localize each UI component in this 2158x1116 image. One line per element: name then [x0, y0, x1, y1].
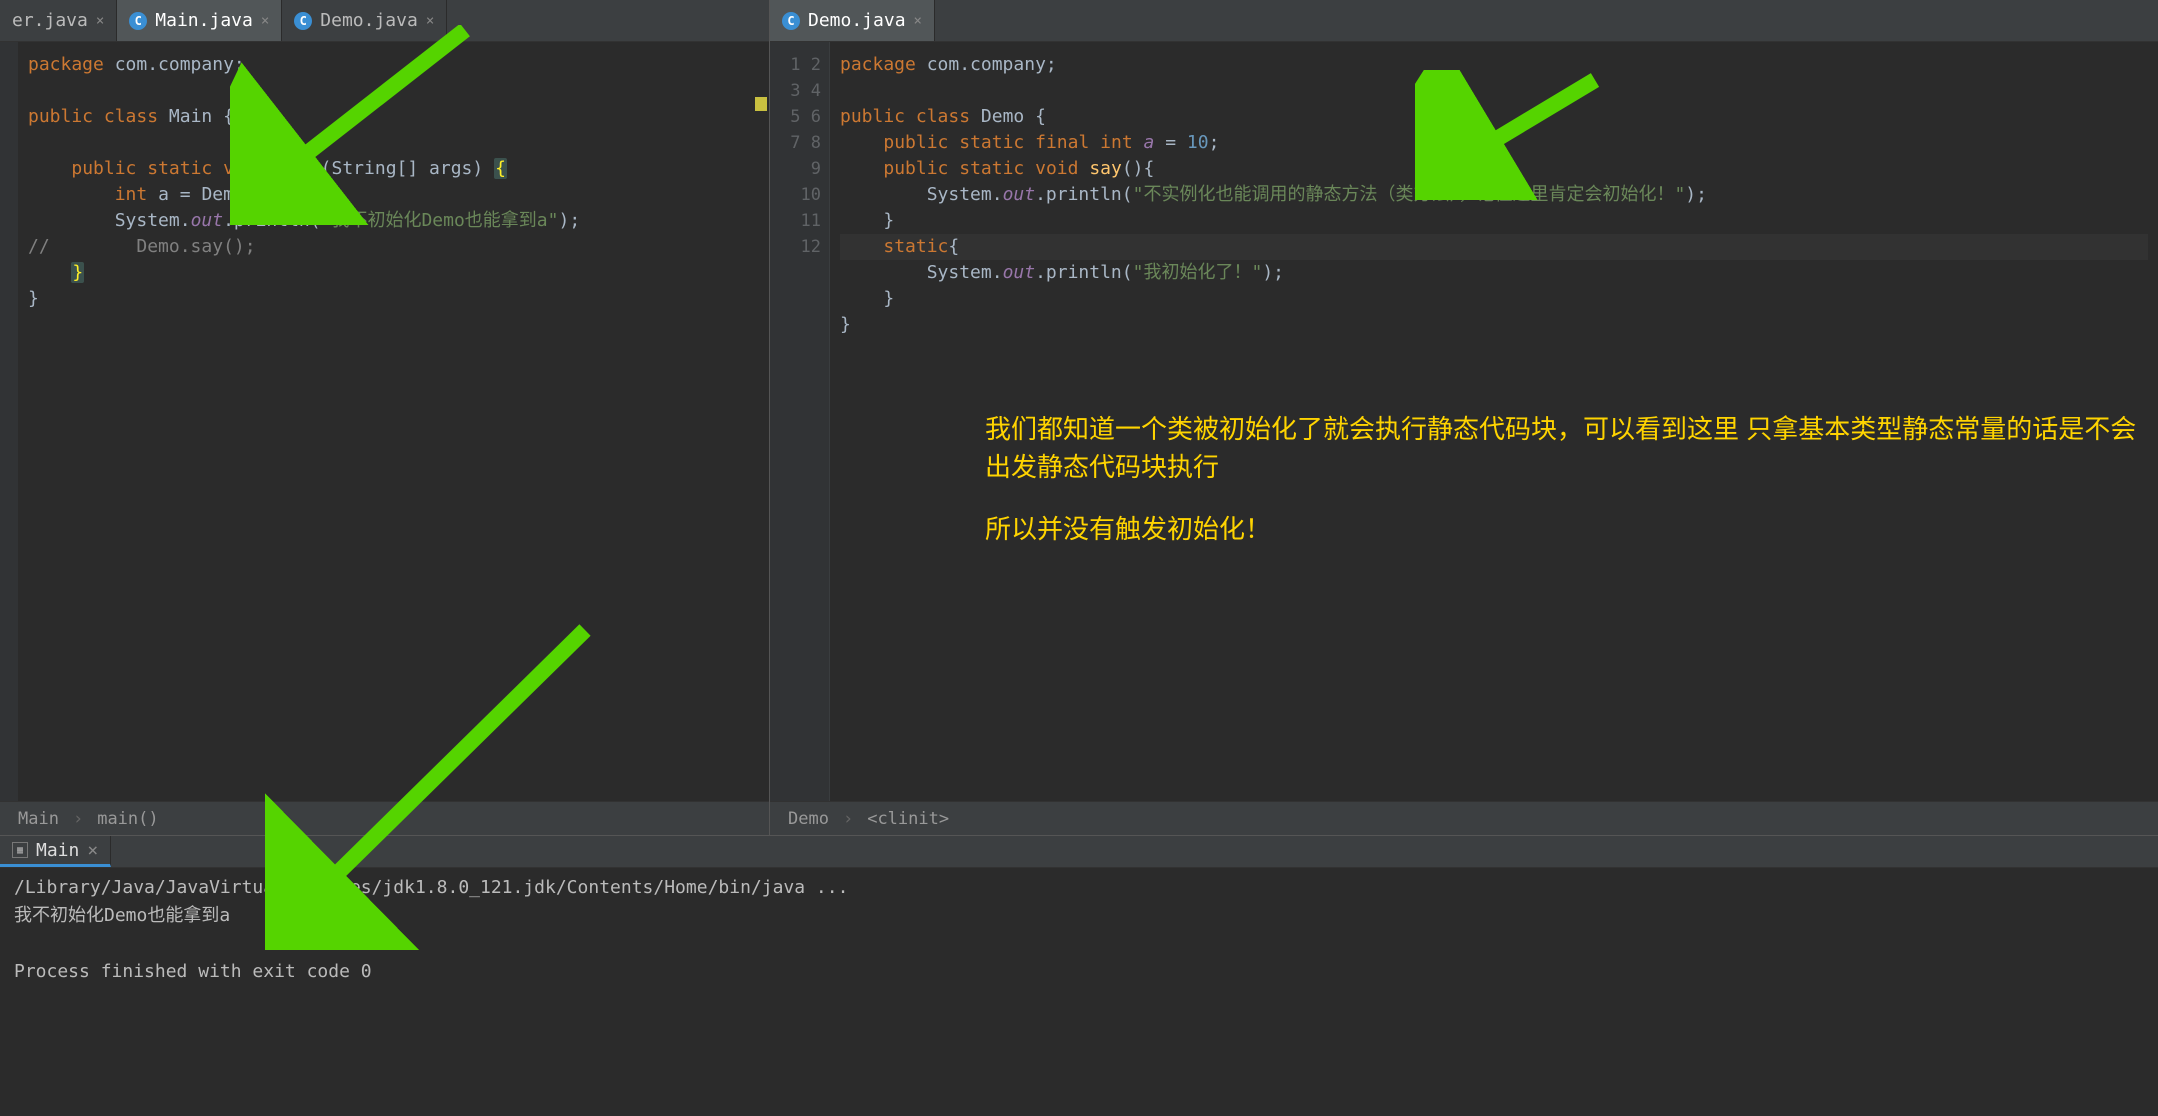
- tab-demo-java[interactable]: C Demo.java ×: [282, 0, 447, 41]
- class-file-icon: C: [294, 12, 312, 30]
- console-tab-label: Main: [36, 840, 79, 861]
- editor-right[interactable]: 1 2 3 4 5 6 7 8 9 10 11 12 package com.c…: [770, 42, 2158, 801]
- package-name: com.company: [115, 54, 234, 75]
- field-out: out: [191, 210, 224, 231]
- file-label: er.java: [12, 10, 88, 31]
- breadcrumb-method[interactable]: <clinit>: [867, 809, 949, 829]
- run-console: ▦ Main × /Library/Java/JavaVirtualMachin…: [0, 835, 2158, 1116]
- close-icon[interactable]: ×: [426, 13, 434, 29]
- string-literal: "我不初始化Demo也能拿到a": [321, 210, 559, 231]
- keyword-class: class: [104, 106, 158, 127]
- tabbar-right: C Demo.java ×: [770, 0, 2158, 42]
- chevron-right-icon: ›: [73, 809, 83, 829]
- keyword-public: public: [28, 106, 93, 127]
- line-numbers: 1 2 3 4 5 6 7 8 9 10 11 12: [785, 42, 830, 801]
- editor-pane-right: C Demo.java × 1 2 3 4 5 6 7 8 9 10 11 12…: [770, 0, 2158, 835]
- breadcrumb-class[interactable]: Main: [18, 809, 59, 829]
- breadcrumb-right[interactable]: Demo › <clinit>: [770, 801, 2158, 835]
- class-file-icon: C: [129, 12, 147, 30]
- java-path-line: /Library/Java/JavaVirtualMachines/jdk1.8…: [14, 877, 848, 898]
- class-file-icon: C: [782, 12, 800, 30]
- method-say: say: [1089, 158, 1122, 179]
- file-label: Demo.java: [320, 10, 418, 31]
- close-icon[interactable]: ×: [96, 13, 104, 29]
- gutter: [770, 42, 785, 801]
- class-name: Main: [169, 106, 212, 127]
- console-output[interactable]: /Library/Java/JavaVirtualMachines/jdk1.8…: [0, 868, 2158, 1116]
- file-label: Main.java: [155, 10, 253, 31]
- method-main: main: [277, 158, 320, 179]
- editor-left[interactable]: package com.company; public class Main {…: [0, 42, 769, 801]
- class-name-demo: Demo: [981, 106, 1024, 127]
- warning-marker[interactable]: [755, 97, 767, 111]
- exit-code-line: Process finished with exit code 0: [14, 961, 372, 982]
- field-a: a: [1144, 132, 1155, 153]
- static-field-a: a: [256, 184, 267, 205]
- comment-line: // Demo.say();: [28, 236, 256, 257]
- brace-highlight: {: [494, 158, 507, 179]
- brace-highlight: }: [71, 262, 84, 283]
- close-icon[interactable]: ×: [87, 840, 98, 861]
- editor-pane-left: er.java × C Main.java × C Demo.java × pa…: [0, 0, 770, 835]
- tab-demo-java-right[interactable]: C Demo.java ×: [770, 0, 935, 41]
- chevron-right-icon: ›: [843, 809, 853, 829]
- keyword-package: package: [28, 54, 104, 75]
- tab-er-java[interactable]: er.java ×: [0, 0, 117, 41]
- numeric-literal: 10: [1187, 132, 1209, 153]
- file-label: Demo.java: [808, 10, 906, 31]
- run-config-icon: ▦: [12, 842, 28, 858]
- console-tabbar: ▦ Main ×: [0, 836, 2158, 868]
- breadcrumb-method[interactable]: main(): [97, 809, 158, 829]
- gutter: [0, 42, 18, 801]
- tabbar-left: er.java × C Main.java × C Demo.java ×: [0, 0, 769, 42]
- breadcrumb-class[interactable]: Demo: [788, 809, 829, 829]
- close-icon[interactable]: ×: [261, 13, 269, 29]
- console-tab-main[interactable]: ▦ Main ×: [0, 836, 111, 867]
- tab-main-java[interactable]: C Main.java ×: [117, 0, 282, 41]
- code-area-left[interactable]: package com.company; public class Main {…: [18, 42, 769, 801]
- stdout-line: 我不初始化Demo也能拿到a: [14, 905, 230, 926]
- breadcrumb-left[interactable]: Main › main(): [0, 801, 769, 835]
- code-area-right[interactable]: package com.company; public class Demo {…: [830, 42, 2158, 801]
- close-icon[interactable]: ×: [914, 13, 922, 29]
